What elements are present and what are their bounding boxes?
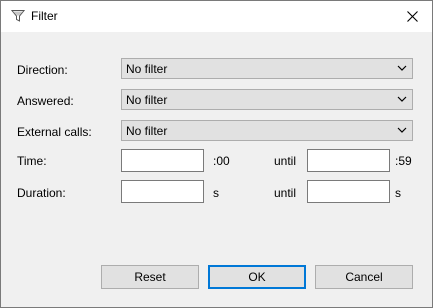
filter-dialog: Filter Direction: No filter Answered: No…	[0, 0, 433, 308]
time-from-suffix: :00	[213, 154, 230, 168]
reset-button[interactable]: Reset	[101, 265, 199, 289]
external-calls-label: External calls:	[17, 125, 92, 139]
direction-value: No filter	[126, 62, 168, 76]
ok-button[interactable]: OK	[208, 265, 306, 289]
answered-select[interactable]: No filter	[121, 89, 413, 110]
close-button[interactable]	[392, 1, 432, 32]
duration-until-suffix: s	[395, 186, 401, 200]
answered-value: No filter	[126, 93, 168, 107]
external-calls-value: No filter	[126, 124, 168, 138]
answered-label: Answered:	[17, 94, 74, 108]
title-bar: Filter	[1, 1, 432, 32]
dialog-title: Filter	[31, 9, 58, 23]
duration-from-suffix: s	[213, 186, 219, 200]
direction-label: Direction:	[17, 63, 68, 77]
time-until-suffix: :59	[395, 154, 412, 168]
time-from-input[interactable]	[121, 149, 204, 172]
external-calls-select[interactable]: No filter	[121, 120, 413, 141]
chevron-down-icon	[397, 96, 407, 102]
close-icon	[406, 11, 418, 22]
chevron-down-icon	[397, 65, 407, 71]
chevron-down-icon	[397, 127, 407, 133]
time-until-input[interactable]	[307, 149, 390, 172]
direction-select[interactable]: No filter	[121, 58, 413, 79]
duration-label: Duration:	[17, 186, 66, 200]
duration-until-input[interactable]	[307, 180, 390, 203]
filter-funnel-icon	[10, 9, 26, 23]
duration-from-input[interactable]	[121, 180, 204, 203]
time-until-label: until	[274, 154, 297, 168]
time-label: Time:	[17, 154, 47, 168]
cancel-button[interactable]: Cancel	[315, 265, 413, 289]
duration-until-label: until	[274, 186, 297, 200]
